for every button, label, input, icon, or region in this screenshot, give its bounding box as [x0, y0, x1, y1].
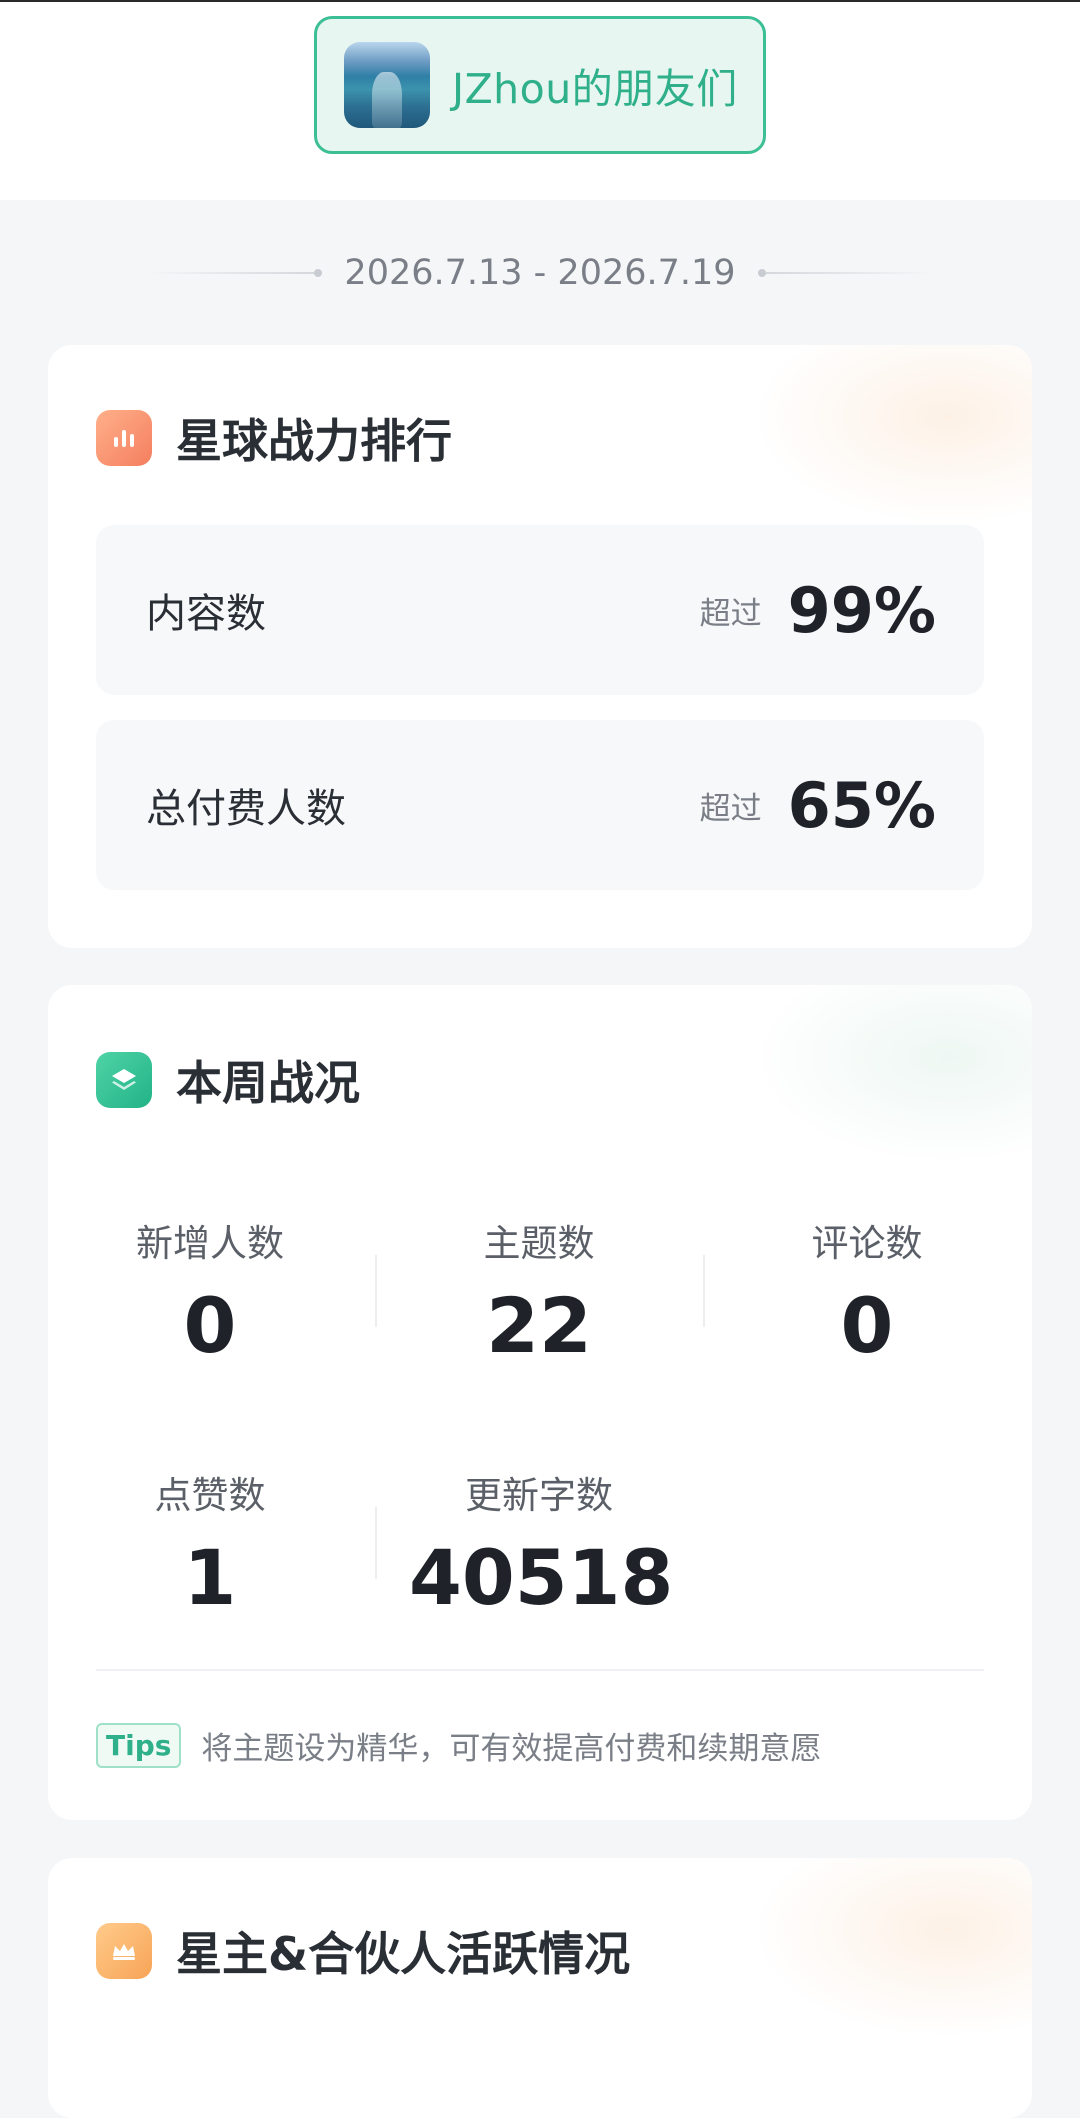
tips-text: 将主题设为精华，可有效提高付费和续期意愿	[201, 1731, 822, 1767]
stat-label: 主题数	[483, 1222, 595, 1265]
stat-value: 22	[486, 1281, 592, 1370]
card-decoration	[752, 1858, 1032, 2038]
header-band: JZhou的朋友们	[0, 0, 1080, 200]
crown-icon	[96, 1923, 152, 1979]
stat-label: 点赞数	[154, 1474, 266, 1517]
date-dot-right	[757, 269, 766, 277]
stat-value: 0	[840, 1281, 894, 1370]
stat-label: 更新字数	[465, 1474, 613, 1517]
activity-card-title: 星主&合伙人活跃情况	[176, 1927, 631, 1981]
rank-prefix: 超过	[699, 790, 762, 827]
date-divider-right	[765, 272, 936, 274]
stat-divider	[375, 1507, 377, 1579]
date-divider-left	[144, 272, 315, 274]
ranking-card: 星球战力排行 内容数 超过 99% 总付费人数 超过 65%	[48, 345, 1032, 948]
rank-row-paid-members: 总付费人数 超过 65%	[96, 720, 984, 890]
weekly-card: 本周战况 新增人数 0 主题数 22 评论数 0 点赞数 1 更新字数 4051…	[48, 985, 1032, 1820]
stat-divider	[375, 1255, 377, 1327]
group-switcher[interactable]: JZhou的朋友们	[314, 16, 766, 154]
rank-label: 总付费人数	[146, 786, 346, 832]
rank-row-content: 内容数 超过 99%	[96, 525, 984, 695]
date-range-row: 2026.7.13 - 2026.7.19	[0, 245, 1080, 301]
card-decoration	[752, 985, 1032, 1165]
rank-prefix: 超过	[699, 595, 762, 632]
weekly-card-title: 本周战况	[176, 1056, 360, 1110]
stat-words-updated: 更新字数 40518	[409, 1465, 674, 1622]
rank-value: 65%	[787, 768, 936, 842]
stat-comments: 评论数 0	[737, 1213, 997, 1370]
weekly-card-header: 本周战况	[96, 1047, 360, 1113]
stat-label: 新增人数	[136, 1222, 284, 1265]
stat-topics: 主题数 22	[409, 1213, 669, 1370]
layers-icon	[96, 1052, 152, 1108]
group-name: JZhou的朋友们	[452, 65, 738, 113]
stat-likes: 点赞数 1	[80, 1465, 340, 1622]
stat-value: 40518	[409, 1533, 674, 1622]
activity-card: 星主&合伙人活跃情况	[48, 1858, 1032, 2118]
rank-value: 99%	[787, 573, 936, 647]
tips-row: Tips 将主题设为精华，可有效提高付费和续期意愿	[96, 1723, 821, 1768]
stat-label: 评论数	[811, 1222, 923, 1265]
rank-label: 内容数	[146, 591, 266, 637]
ranking-card-title: 星球战力排行	[176, 414, 452, 468]
stat-divider	[703, 1255, 705, 1327]
bar-chart-icon	[96, 410, 152, 466]
section-divider	[96, 1669, 984, 1671]
stat-value: 1	[183, 1533, 237, 1622]
date-dot-left	[314, 269, 323, 277]
stat-new-members: 新增人数 0	[80, 1213, 340, 1370]
tips-badge: Tips	[96, 1723, 182, 1768]
group-avatar	[344, 42, 430, 128]
stat-value: 0	[183, 1281, 237, 1370]
activity-card-header: 星主&合伙人活跃情况	[96, 1918, 630, 1984]
date-range: 2026.7.13 - 2026.7.19	[344, 253, 736, 293]
ranking-card-header: 星球战力排行	[96, 405, 452, 471]
card-decoration	[752, 345, 1032, 525]
